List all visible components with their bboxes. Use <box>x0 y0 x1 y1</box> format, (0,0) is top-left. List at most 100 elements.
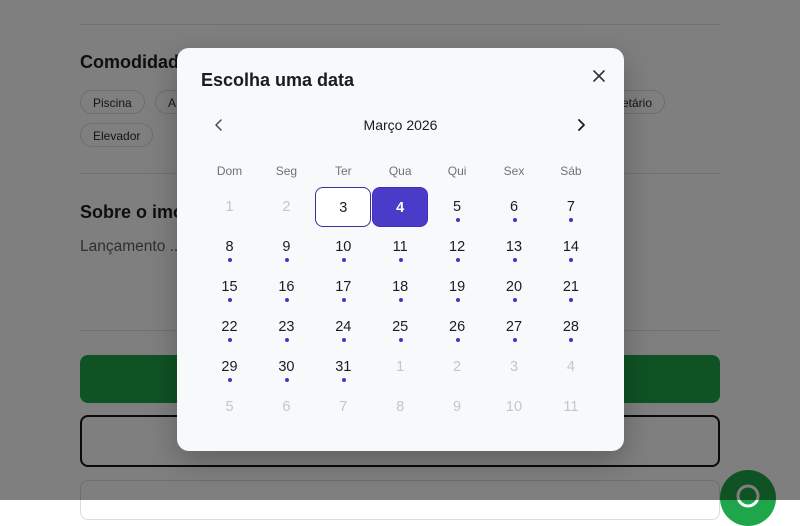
day-number: 29 <box>221 359 238 375</box>
weekday-label: Sex <box>503 164 525 178</box>
day-cell[interactable]: 24 <box>315 307 371 347</box>
day-cell[interactable]: 27 <box>486 307 542 347</box>
day-cell[interactable]: 29 <box>202 347 258 387</box>
availability-dot <box>341 378 346 382</box>
next-month-button[interactable] <box>569 114 593 136</box>
day-cell: 2 <box>429 347 485 387</box>
availability-dot <box>512 218 517 222</box>
availability-dot <box>228 378 232 382</box>
day-cell[interactable]: 31 <box>315 347 371 387</box>
day-cell[interactable]: 13 <box>486 227 542 267</box>
day-cell[interactable]: 16 <box>258 267 314 307</box>
day-number: 21 <box>562 279 579 295</box>
day-cell[interactable]: 22 <box>202 307 258 347</box>
day-cell: 3 <box>486 347 542 387</box>
day-cell[interactable]: 11 <box>372 227 428 267</box>
day-cell: 7 <box>315 387 371 427</box>
day-number: 2 <box>282 199 291 215</box>
availability-dot <box>341 298 346 302</box>
day-cell[interactable]: 8 <box>202 227 258 267</box>
day-cell: 11 <box>543 387 599 427</box>
availability-dot <box>228 338 232 342</box>
availability-dot <box>455 258 460 262</box>
day-cell[interactable]: 30 <box>258 347 314 387</box>
availability-dot <box>512 258 517 262</box>
day-cell[interactable]: 28 <box>543 307 599 347</box>
day-cell-today[interactable]: 3 <box>315 187 372 227</box>
availability-dot <box>398 258 403 262</box>
day-number: 3 <box>509 359 519 375</box>
weekday-label: Qua <box>388 164 412 178</box>
day-number: 26 <box>449 319 466 335</box>
day-cell[interactable]: 18 <box>372 267 428 307</box>
day-cell: 9 <box>429 387 485 427</box>
availability-dot <box>455 338 460 342</box>
day-number: 10 <box>505 399 523 415</box>
availability-dot <box>455 298 460 302</box>
day-number: 30 <box>278 359 295 375</box>
day-number: 11 <box>392 239 408 255</box>
day-number: 19 <box>449 279 466 295</box>
day-number: 25 <box>392 319 409 335</box>
availability-dot <box>398 298 403 302</box>
day-cell[interactable]: 12 <box>429 227 485 267</box>
day-cell: 1 <box>202 187 258 227</box>
day-number: 10 <box>335 239 352 255</box>
day-cell[interactable]: 25 <box>372 307 428 347</box>
day-number: 13 <box>505 239 523 255</box>
day-number: 16 <box>278 279 295 295</box>
availability-dot <box>455 218 460 222</box>
day-number: 9 <box>282 239 291 255</box>
availability-dot <box>228 258 232 262</box>
day-number: 15 <box>221 279 238 295</box>
day-cell: 2 <box>258 187 314 227</box>
day-number: 5 <box>225 399 234 415</box>
day-number: 2 <box>453 359 462 375</box>
weekday-label: Dom <box>216 164 243 178</box>
day-cell[interactable]: 14 <box>543 227 599 267</box>
day-number: 9 <box>453 399 462 415</box>
day-number: 23 <box>278 319 295 335</box>
day-number: 28 <box>562 319 579 335</box>
day-number: 1 <box>225 199 234 215</box>
day-number: 7 <box>566 199 575 215</box>
day-cell[interactable]: 15 <box>202 267 258 307</box>
day-number: 1 <box>396 359 405 375</box>
day-cell[interactable]: 26 <box>429 307 485 347</box>
day-cell[interactable]: 7 <box>543 187 599 227</box>
availability-dot <box>569 218 574 222</box>
day-cell: 6 <box>258 387 314 427</box>
date-picker-modal: Escolha uma data Março 2026 Dom Seg Ter Qua… <box>177 48 624 451</box>
modal-title: Escolha uma data <box>201 70 355 90</box>
day-number: 8 <box>225 239 234 255</box>
day-cell-selected[interactable]: 4 <box>372 187 429 227</box>
availability-dot <box>284 258 289 262</box>
close-button[interactable] <box>587 64 611 88</box>
availability-dot <box>512 338 517 342</box>
day-number: 17 <box>335 279 352 295</box>
day-number: 18 <box>392 279 409 295</box>
day-cell[interactable]: 6 <box>486 187 542 227</box>
weekday-label: Qui <box>447 164 467 178</box>
weekday-label: Ter <box>334 164 352 178</box>
day-number: 6 <box>509 199 519 215</box>
month-label: Março 2026 <box>363 117 438 133</box>
day-cell[interactable]: 23 <box>258 307 314 347</box>
day-number: 22 <box>221 319 238 335</box>
day-cell[interactable]: 9 <box>258 227 314 267</box>
day-cell[interactable]: 20 <box>486 267 542 307</box>
day-cell[interactable]: 21 <box>543 267 599 307</box>
day-cell[interactable]: 10 <box>315 227 371 267</box>
day-cell: 10 <box>486 387 542 427</box>
day-cell[interactable]: 17 <box>315 267 371 307</box>
availability-dot <box>398 338 403 342</box>
day-number: 24 <box>335 319 352 335</box>
day-number: 4 <box>566 359 575 375</box>
day-number: 14 <box>562 239 579 255</box>
day-cell[interactable]: 19 <box>429 267 485 307</box>
day-cell[interactable]: 5 <box>429 187 485 227</box>
day-cell: 4 <box>543 347 599 387</box>
availability-dot <box>341 258 346 262</box>
availability-dot <box>228 298 232 302</box>
availability-dot <box>569 258 574 262</box>
